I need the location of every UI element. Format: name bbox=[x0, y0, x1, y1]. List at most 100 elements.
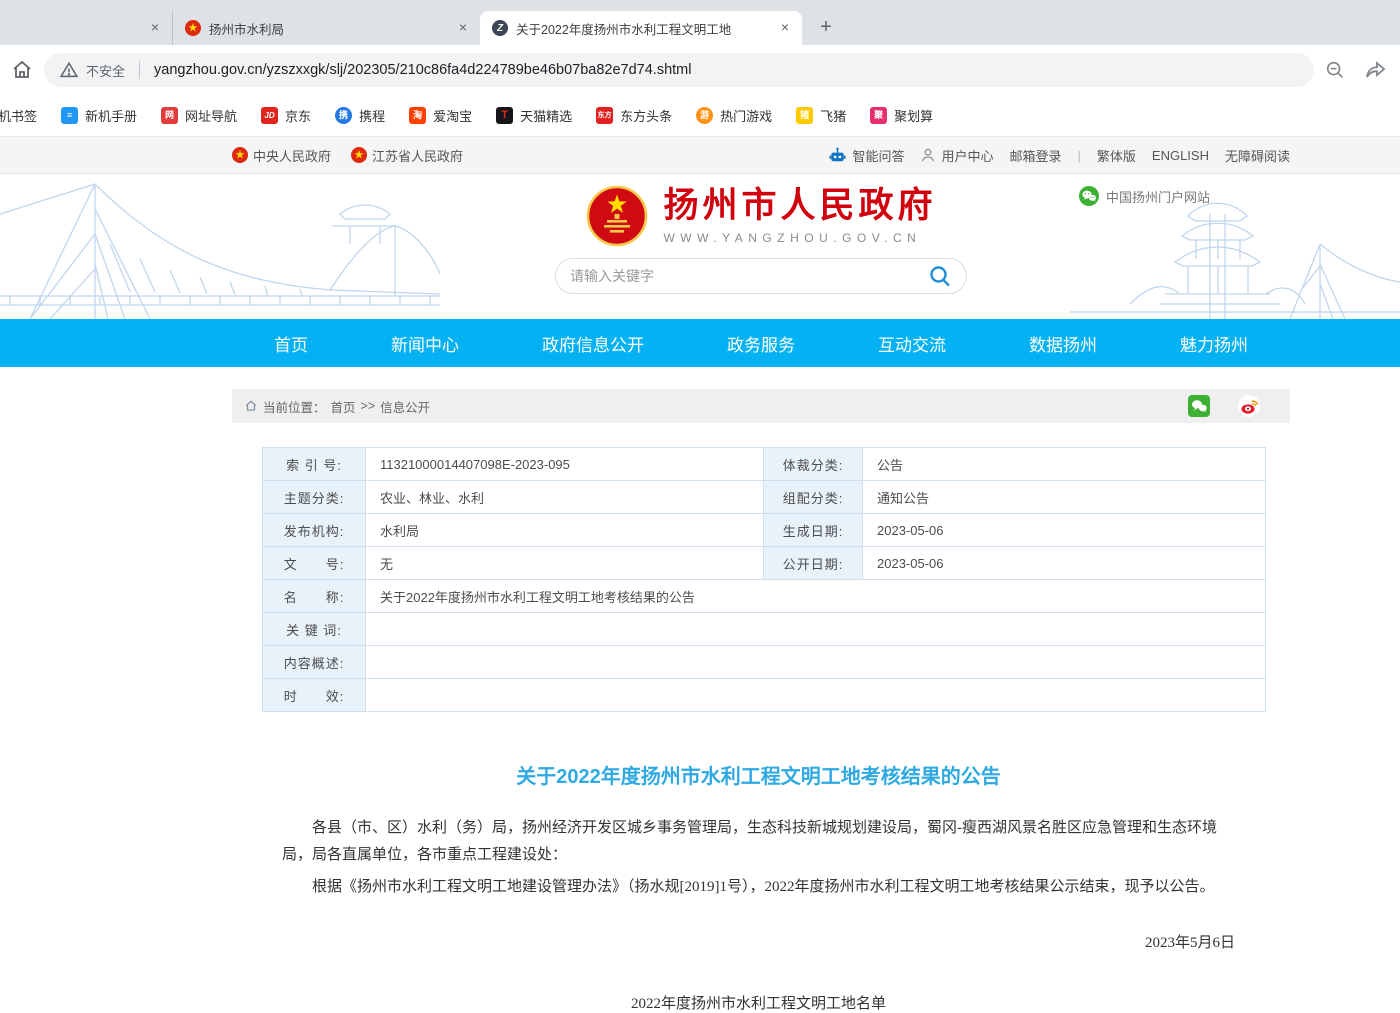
zoom-out-icon[interactable] bbox=[1324, 59, 1346, 81]
table-row: 文 号: 无 公开日期: 2023-05-06 bbox=[263, 547, 1266, 580]
url-text[interactable]: yangzhou.gov.cn/yzszxxgk/slj/202305/210c… bbox=[154, 62, 691, 78]
bookmark-label: 机书签 bbox=[0, 106, 37, 125]
close-icon[interactable]: × bbox=[776, 19, 794, 37]
table-row: 索 引 号: 11321000014407098E-2023-095 体裁分类:… bbox=[263, 448, 1266, 481]
bookmark-item[interactable]: 网 网址导航 bbox=[161, 106, 237, 125]
share-icon[interactable] bbox=[1364, 58, 1388, 82]
meta-value: 水利局 bbox=[366, 514, 764, 547]
bookmark-item[interactable]: 游 热门游戏 bbox=[696, 106, 772, 125]
nav-item-interaction[interactable]: 互动交流 bbox=[878, 331, 946, 356]
nav-item-news[interactable]: 新闻中心 bbox=[391, 331, 459, 356]
bookmark-item[interactable]: 淘 爱淘宝 bbox=[409, 106, 472, 125]
traditional-link[interactable]: 繁体版 bbox=[1097, 146, 1136, 165]
meta-label: 公开日期: bbox=[764, 547, 863, 580]
meta-label: 内容概述: bbox=[263, 646, 366, 679]
search-box[interactable] bbox=[555, 258, 967, 294]
robot-icon bbox=[828, 146, 847, 165]
meta-value: 公告 bbox=[863, 448, 1266, 481]
article-paragraph: 根据《扬州市水利工程文明工地建设管理办法》（扬水规[2019]1号），2022年… bbox=[282, 874, 1235, 901]
bookmark-favicon-icon: 网 bbox=[161, 107, 178, 124]
bookmark-item[interactable]: 东方 东方头条 bbox=[596, 106, 672, 125]
bookmark-item[interactable]: ≡ 新机手册 bbox=[61, 106, 137, 125]
bookmark-item[interactable]: 猪 飞猪 bbox=[796, 106, 846, 125]
close-icon[interactable]: × bbox=[146, 19, 164, 37]
bookmarks-bar: 机书签 ≡ 新机手册 网 网址导航 JD 京东 携 携程 淘 爱淘宝 T 天猫精… bbox=[0, 95, 1400, 137]
search-icon[interactable] bbox=[928, 264, 952, 288]
english-link[interactable]: ENGLISH bbox=[1152, 148, 1209, 163]
tab-hidden[interactable]: × bbox=[0, 11, 172, 45]
breadcrumb-separator: >> bbox=[361, 399, 376, 413]
bookmark-favicon-icon: 聚 bbox=[870, 107, 887, 124]
table-row: 内容概述: bbox=[263, 646, 1266, 679]
link-label: 智能问答 bbox=[852, 146, 904, 165]
table-row: 主题分类: 农业、林业、水利 组配分类: 通知公告 bbox=[263, 481, 1266, 514]
security-warning-icon[interactable] bbox=[60, 61, 78, 79]
bookmark-item[interactable]: T 天猫精选 bbox=[496, 106, 572, 125]
breadcrumb: 当前位置： 首页 >> 信息公开 bbox=[232, 389, 1290, 423]
table-row: 关 键 词: bbox=[263, 613, 1266, 646]
smart-qa-link[interactable]: 智能问答 bbox=[828, 146, 904, 165]
nav-item-charm[interactable]: 魅力扬州 bbox=[1180, 331, 1248, 356]
article-title: 关于2022年度扬州市水利工程文明工地考核结果的公告 bbox=[282, 760, 1235, 789]
new-tab-button[interactable]: + bbox=[812, 13, 840, 41]
nav-item-services[interactable]: 政务服务 bbox=[727, 331, 795, 356]
link-label: 用户中心 bbox=[941, 146, 993, 165]
breadcrumb-current[interactable]: 信息公开 bbox=[380, 397, 430, 416]
bookmark-label: 爱淘宝 bbox=[433, 106, 472, 125]
bookmark-label: 京东 bbox=[285, 106, 311, 125]
portal-label: 中国扬州门户网站 bbox=[1106, 187, 1210, 206]
site-url-caption: WWW.YANGZHOU.GOV.CN bbox=[663, 231, 936, 245]
user-icon bbox=[920, 147, 936, 163]
portal-caption[interactable]: 中国扬州门户网站 bbox=[1079, 186, 1210, 206]
bookmark-favicon-icon: JD bbox=[261, 107, 278, 124]
link-jiangsu-gov[interactable]: 江苏省人民政府 bbox=[351, 146, 463, 165]
accessible-link[interactable]: 无障碍阅读 bbox=[1225, 146, 1290, 165]
main-nav: 首页 新闻中心 政府信息公开 政务服务 互动交流 数据扬州 魅力扬州 bbox=[0, 319, 1400, 367]
tab-title: 扬州市水利局 bbox=[209, 19, 446, 38]
nav-item-home[interactable]: 首页 bbox=[274, 331, 308, 356]
utility-divider: | bbox=[1078, 148, 1081, 163]
bookmark-label: 聚划算 bbox=[894, 106, 933, 125]
search-input[interactable] bbox=[570, 268, 928, 284]
home-icon[interactable] bbox=[10, 58, 34, 82]
tab-article-active[interactable]: Z 关于2022年度扬州市水利工程文明工地 × bbox=[480, 11, 802, 45]
bookmark-favicon-icon: T bbox=[496, 107, 513, 124]
link-central-gov[interactable]: 中央人民政府 bbox=[232, 146, 331, 165]
site-header: 扬州市人民政府 WWW.YANGZHOU.GOV.CN 中国扬州门户网站 bbox=[0, 174, 1400, 319]
mail-login-link[interactable]: 邮箱登录 bbox=[1009, 146, 1061, 165]
link-label: 江苏省人民政府 bbox=[372, 146, 463, 165]
meta-value: 无 bbox=[366, 547, 764, 580]
meta-label: 关 键 词: bbox=[263, 613, 366, 646]
browser-toolbar: 不安全 yangzhou.gov.cn/yzszxxgk/slj/202305/… bbox=[0, 45, 1400, 95]
meta-value: 11321000014407098E-2023-095 bbox=[366, 448, 764, 481]
bookmark-item[interactable]: JD 京东 bbox=[261, 106, 311, 125]
bookmark-label: 新机手册 bbox=[85, 106, 137, 125]
meta-value: 农业、林业、水利 bbox=[366, 481, 764, 514]
bookmark-favicon-icon: 东方 bbox=[596, 107, 613, 124]
table-row: 发布机构: 水利局 生成日期: 2023-05-06 bbox=[263, 514, 1266, 547]
bookmark-item[interactable]: 机书签 bbox=[0, 106, 37, 125]
document-meta-table: 索 引 号: 11321000014407098E-2023-095 体裁分类:… bbox=[262, 447, 1266, 712]
tab-shuiliju[interactable]: 扬州市水利局 × bbox=[172, 11, 480, 45]
nav-item-data[interactable]: 数据扬州 bbox=[1029, 331, 1097, 356]
user-center-link[interactable]: 用户中心 bbox=[920, 146, 993, 165]
bookmark-item[interactable]: 聚 聚划算 bbox=[870, 106, 933, 125]
site-name: 扬州市人民政府 bbox=[663, 187, 936, 226]
meta-value bbox=[366, 679, 1266, 712]
utility-bar: 中央人民政府 江苏省人民政府 智能问答 用户中心 邮箱登录 | bbox=[0, 137, 1400, 174]
bookmark-favicon-icon: 游 bbox=[696, 107, 713, 124]
site-favicon-icon: Z bbox=[492, 20, 508, 36]
weibo-share-icon[interactable] bbox=[1238, 395, 1260, 417]
close-icon[interactable]: × bbox=[454, 19, 472, 37]
bookmark-item[interactable]: 携 携程 bbox=[335, 106, 385, 125]
meta-label: 组配分类: bbox=[764, 481, 863, 514]
meta-label: 文 号: bbox=[263, 547, 366, 580]
breadcrumb-home-icon bbox=[244, 399, 258, 413]
nav-item-info-disclosure[interactable]: 政府信息公开 bbox=[542, 331, 644, 356]
omnibox-divider bbox=[139, 61, 140, 79]
address-bar[interactable]: 不安全 yangzhou.gov.cn/yzszxxgk/slj/202305/… bbox=[44, 53, 1314, 87]
meta-label: 体裁分类: bbox=[764, 448, 863, 481]
wechat-share-icon[interactable] bbox=[1188, 395, 1210, 417]
article-paragraph: 各县（市、区）水利（务）局，扬州经济开发区城乡事务管理局，生态科技新城规划建设局… bbox=[282, 815, 1235, 869]
breadcrumb-home-link[interactable]: 首页 bbox=[331, 397, 356, 416]
